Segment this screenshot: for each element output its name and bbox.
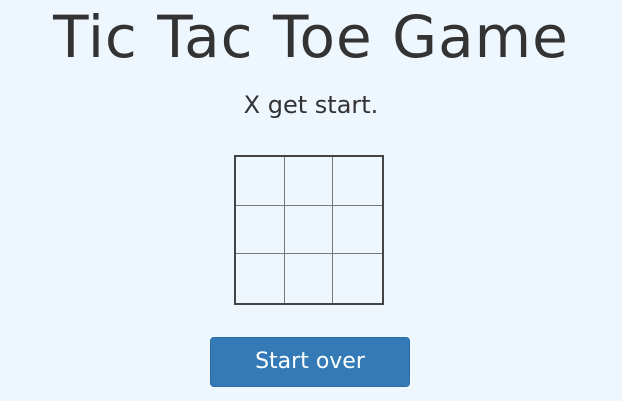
board-cell-5[interactable] — [284, 205, 334, 255]
start-over-button[interactable]: Start over — [210, 337, 410, 387]
board-cell-6[interactable] — [333, 206, 382, 255]
board-cell-8[interactable] — [285, 254, 334, 303]
board-cell-3[interactable] — [333, 157, 382, 206]
board-cell-7[interactable] — [236, 254, 285, 303]
board-cell-1[interactable] — [236, 157, 285, 206]
game-board — [234, 155, 384, 305]
board-cell-4[interactable] — [236, 205, 285, 255]
board-cell-2[interactable] — [284, 157, 334, 206]
game-status: X get start. — [243, 91, 379, 119]
game-title: Tic Tac Toe Game — [53, 3, 569, 71]
board-cell-9[interactable] — [333, 254, 382, 303]
